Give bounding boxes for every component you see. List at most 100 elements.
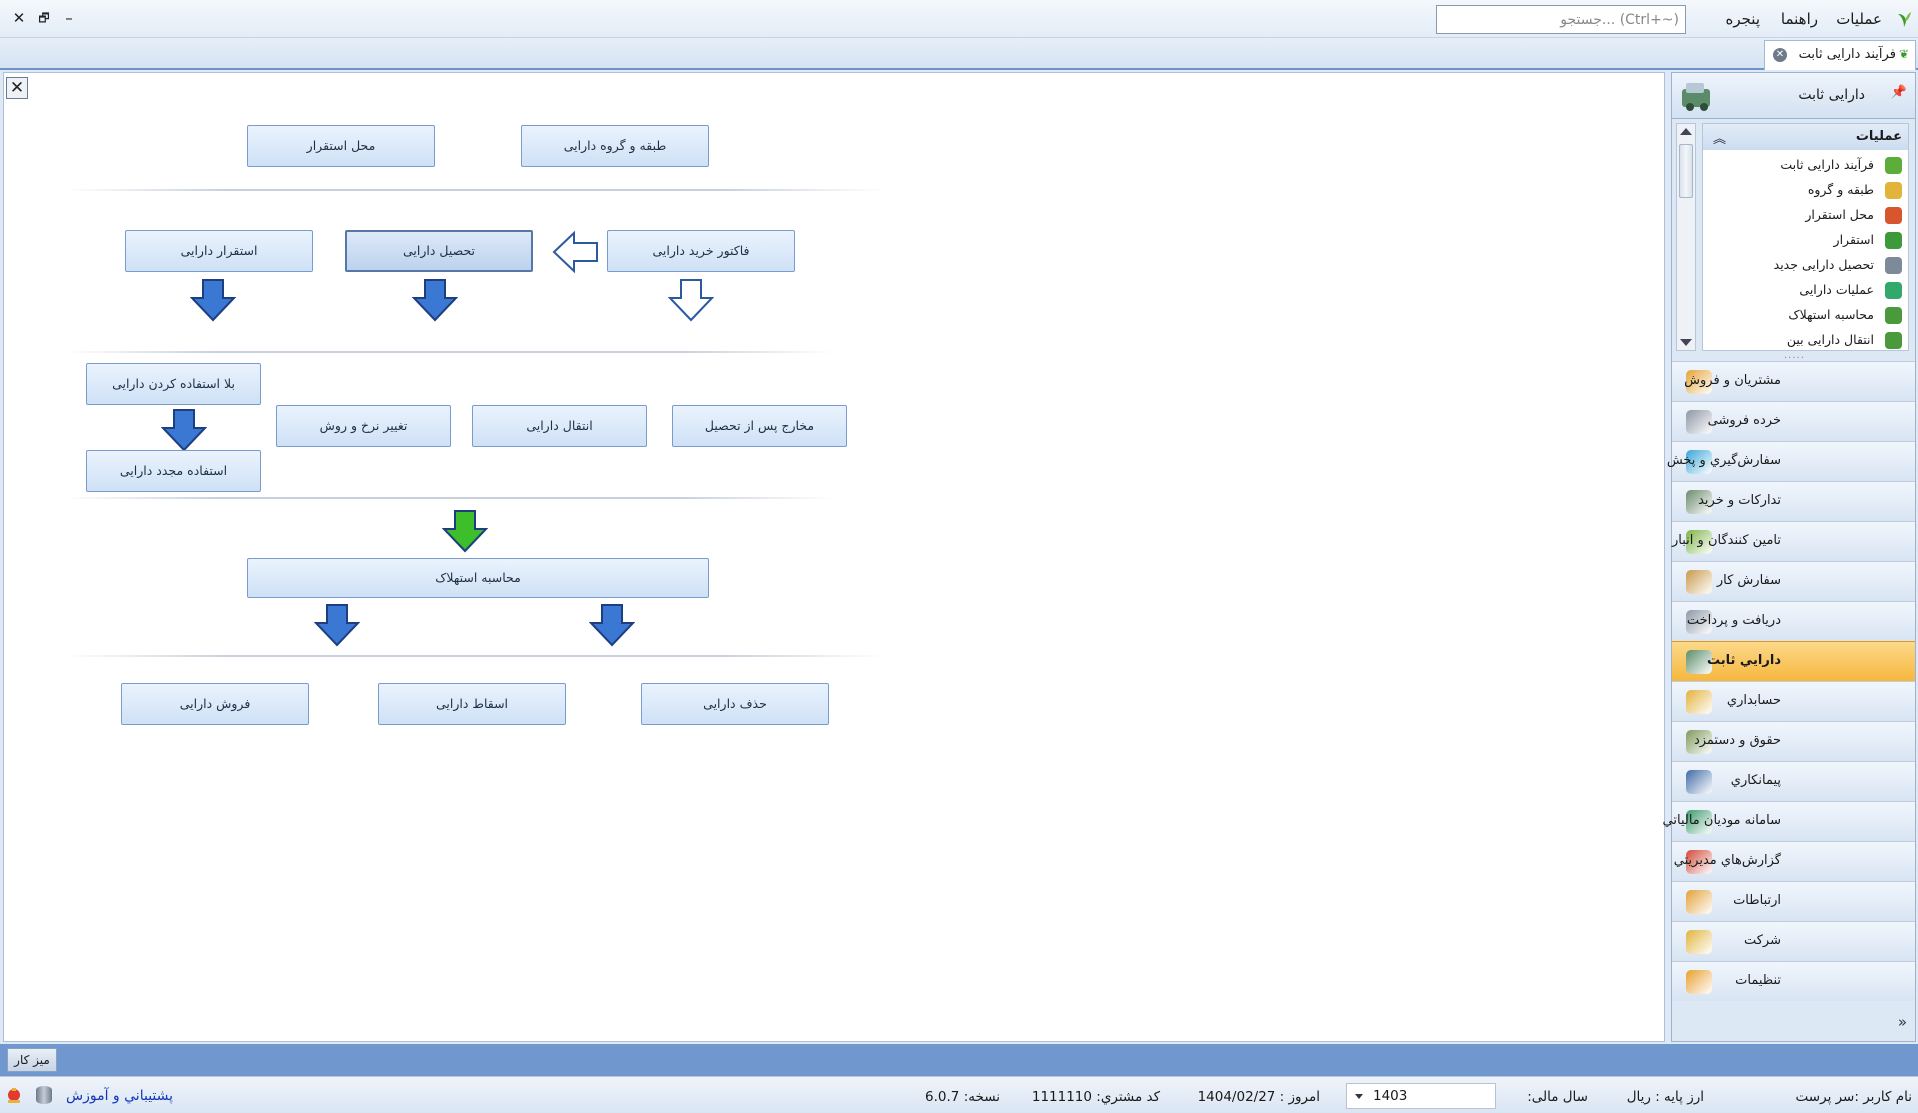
- restore-window-icon[interactable]: 🗗: [35, 8, 53, 28]
- ops-item[interactable]: فرآیند دارایی ثابت: [1706, 154, 1902, 178]
- support-link[interactable]: پشتيباني و آموزش: [66, 1088, 173, 1104]
- close-window-icon[interactable]: ✕: [10, 8, 28, 28]
- ops-item[interactable]: تحصیل دارایی جدید: [1706, 254, 1902, 278]
- minimize-window-icon[interactable]: –: [60, 8, 78, 28]
- menu-operations[interactable]: عملیات: [1836, 10, 1882, 28]
- close-icon[interactable]: ✕: [6, 77, 28, 99]
- sidebar-module-label: تنظيمات: [1735, 973, 1781, 988]
- asset-purchase-invoice-button[interactable]: فاکتور خرید دارایی: [607, 230, 795, 272]
- menu-bar: ✕ 🗗 – عملیات راهنما پنجره: [0, 0, 1918, 38]
- calculator-icon: [1885, 307, 1902, 324]
- asset-delete-button[interactable]: حذف دارایی: [641, 683, 829, 725]
- depreciation-calculation-button[interactable]: محاسبه استهلاک: [247, 558, 709, 598]
- tab-close-icon[interactable]: ✕: [1773, 48, 1787, 62]
- ops-item-label: تحصیل دارایی جدید: [1773, 257, 1874, 272]
- sidebar-module-item[interactable]: مشتريان و فروش: [1672, 361, 1915, 401]
- rate-method-change-button[interactable]: تغییر نرخ و روش: [276, 405, 451, 447]
- customer-code: کد مشتري: 1111110: [1031, 1089, 1160, 1105]
- separator: [64, 655, 884, 657]
- left-arrow-icon: [552, 230, 598, 274]
- app-leaf-icon: [1898, 12, 1911, 27]
- scroll-down-icon[interactable]: [1680, 339, 1692, 346]
- asset-class-group-button[interactable]: طبقه و گروه دارایی: [521, 125, 709, 167]
- asset-writeoff-button[interactable]: اسقاط دارایی: [378, 683, 566, 725]
- fixed-asset-icon: [1682, 83, 1710, 111]
- sidebar-module-item[interactable]: سفارش کار: [1672, 561, 1915, 601]
- sidebar-module-item[interactable]: حسابداري: [1672, 681, 1915, 721]
- form-icon: [1885, 257, 1902, 274]
- ops-item[interactable]: محاسبه استهلاک: [1706, 304, 1902, 328]
- nav-header: دارایی ثابت 📌: [1672, 73, 1915, 119]
- box-icon: [1885, 207, 1902, 224]
- accounting-icon: [1686, 690, 1712, 714]
- contract-icon: [1686, 770, 1712, 794]
- sidebar-module-item[interactable]: گزارش‌هاي مديريتي: [1672, 841, 1915, 881]
- ops-item[interactable]: محل استقرار: [1706, 204, 1902, 228]
- sidebar-module-label: حقوق و دستمزد: [1693, 733, 1781, 748]
- asset-acquisition-button[interactable]: تحصیل دارایی: [345, 230, 533, 272]
- user-name: نام کاربر :سر پرست: [1795, 1089, 1912, 1105]
- ops-item[interactable]: عملیات دارایی: [1706, 279, 1902, 303]
- sidebar-module-label: دارايي ثابت: [1706, 653, 1781, 668]
- tab-fixed-asset-process[interactable]: ❦فرآیند دارایی ثابت ✕: [1764, 40, 1916, 70]
- leaf-icon: ❦: [1898, 47, 1909, 61]
- operations-title: عملیات: [1855, 129, 1902, 144]
- pin-icon[interactable]: 📌: [1891, 85, 1907, 100]
- sidebar-module-item[interactable]: شرکت: [1672, 921, 1915, 961]
- sidebar-module-item[interactable]: تامين کنندگان و انبار: [1672, 521, 1915, 561]
- desktop-button[interactable]: میز کار: [7, 1048, 57, 1072]
- sidebar-module-item[interactable]: حقوق و دستمزد: [1672, 721, 1915, 761]
- ops-item-label: انتقال دارایی بین: [1786, 332, 1874, 347]
- fiscal-year-label: سال مالی:: [1527, 1089, 1588, 1105]
- ops-item-label: استقرار: [1833, 232, 1874, 247]
- sidebar-module-label: گزارش‌هاي مديريتي: [1673, 853, 1781, 868]
- scroll-up-icon[interactable]: [1680, 128, 1692, 135]
- down-arrow-icon: [161, 409, 207, 452]
- ops-item[interactable]: استقرار: [1706, 229, 1902, 253]
- down-arrow-icon: [314, 604, 360, 647]
- asset-transfer-button[interactable]: انتقال دارایی: [472, 405, 647, 447]
- transfer-icon: [1885, 332, 1902, 349]
- menu-window[interactable]: پنجره: [1725, 10, 1760, 28]
- asset-reuse-button[interactable]: استفاده مجدد دارایی: [86, 450, 261, 492]
- ops-item[interactable]: طبقه و گروه: [1706, 179, 1902, 203]
- asset-deployment-button[interactable]: استقرار دارایی: [125, 230, 313, 272]
- separator: [64, 351, 834, 353]
- chevron-double-icon[interactable]: »: [1898, 1013, 1907, 1031]
- alarm-icon[interactable]: [6, 1086, 22, 1104]
- ops-scrollbar[interactable]: [1676, 123, 1696, 351]
- sidebar-module-item[interactable]: سامانه موديان مالياتي: [1663, 801, 1915, 841]
- down-arrow-icon: [412, 279, 458, 322]
- sidebar-module-item[interactable]: تدارکات و خريد: [1672, 481, 1915, 521]
- globe-icon: [1885, 232, 1902, 249]
- ops-item[interactable]: انتقال دارایی بین: [1706, 329, 1902, 350]
- groups-icon: [1885, 182, 1902, 199]
- separator: [64, 497, 834, 499]
- sidebar-module-label: مشتريان و فروش: [1684, 373, 1781, 388]
- sidebar-module-item[interactable]: خرده فروشی: [1672, 401, 1915, 441]
- sidebar-module-item[interactable]: سفارش‌گيري و پخش: [1667, 441, 1915, 481]
- collapse-icon[interactable]: ︽: [1713, 128, 1726, 147]
- sidebar-module-item[interactable]: دارايي ثابت: [1672, 641, 1915, 681]
- sidebar-module-label: حسابداري: [1726, 693, 1781, 708]
- asset-location-button[interactable]: محل استقرار: [247, 125, 435, 167]
- scroll-thumb[interactable]: [1679, 144, 1693, 198]
- sidebar-module-item[interactable]: ارتباطات: [1672, 881, 1915, 921]
- fiscal-year-select[interactable]: 1403: [1346, 1083, 1496, 1109]
- company-icon: [1686, 930, 1712, 954]
- asset-sale-button[interactable]: فروش دارایی: [121, 683, 309, 725]
- sidebar-module-item[interactable]: دريافت و پرداخت: [1672, 601, 1915, 641]
- database-icon[interactable]: [36, 1086, 52, 1104]
- menu-help[interactable]: راهنما: [1781, 10, 1818, 28]
- sidebar-module-item[interactable]: تنظيمات: [1672, 961, 1915, 1001]
- sidebar-module-label: تامين کنندگان و انبار: [1672, 533, 1781, 548]
- search-input[interactable]: [1436, 5, 1686, 34]
- down-arrow-outline-icon: [668, 279, 714, 322]
- navigation-panel: دارایی ثابت 📌 عملیات ︽ فرآیند دارایی ثاب…: [1663, 72, 1916, 1042]
- post-acquisition-cost-button[interactable]: مخارج پس از تحصیل: [672, 405, 847, 447]
- sidebar-module-label: پيمانکاري: [1730, 773, 1781, 788]
- nav-header-title: دارایی ثابت: [1798, 87, 1865, 103]
- operations-group-header[interactable]: عملیات ︽: [1703, 124, 1908, 150]
- sidebar-module-item[interactable]: پيمانکاري: [1672, 761, 1915, 801]
- asset-idle-button[interactable]: بلا استفاده کردن دارایی: [86, 363, 261, 405]
